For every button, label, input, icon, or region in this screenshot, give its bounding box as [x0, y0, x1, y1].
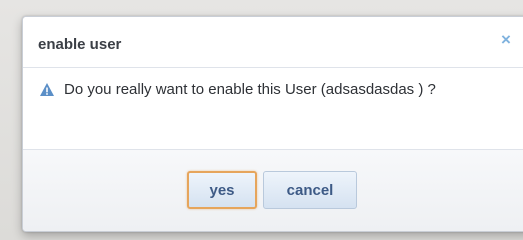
dialog-title-bar: enable user ×	[23, 17, 523, 67]
dialog-footer: yes cancel	[23, 149, 523, 231]
yes-button[interactable]: yes	[187, 171, 257, 209]
message-row: Do you really want to enable this User (…	[39, 81, 436, 98]
title-divider	[23, 67, 523, 68]
cancel-button[interactable]: cancel	[263, 171, 357, 209]
dialog-title: enable user	[38, 36, 122, 53]
enable-user-dialog: enable user × Do you really want to enab…	[22, 16, 523, 232]
confirmation-message: Do you really want to enable this User (…	[64, 81, 436, 98]
warning-icon	[39, 82, 55, 98]
close-icon[interactable]: ×	[501, 30, 511, 50]
